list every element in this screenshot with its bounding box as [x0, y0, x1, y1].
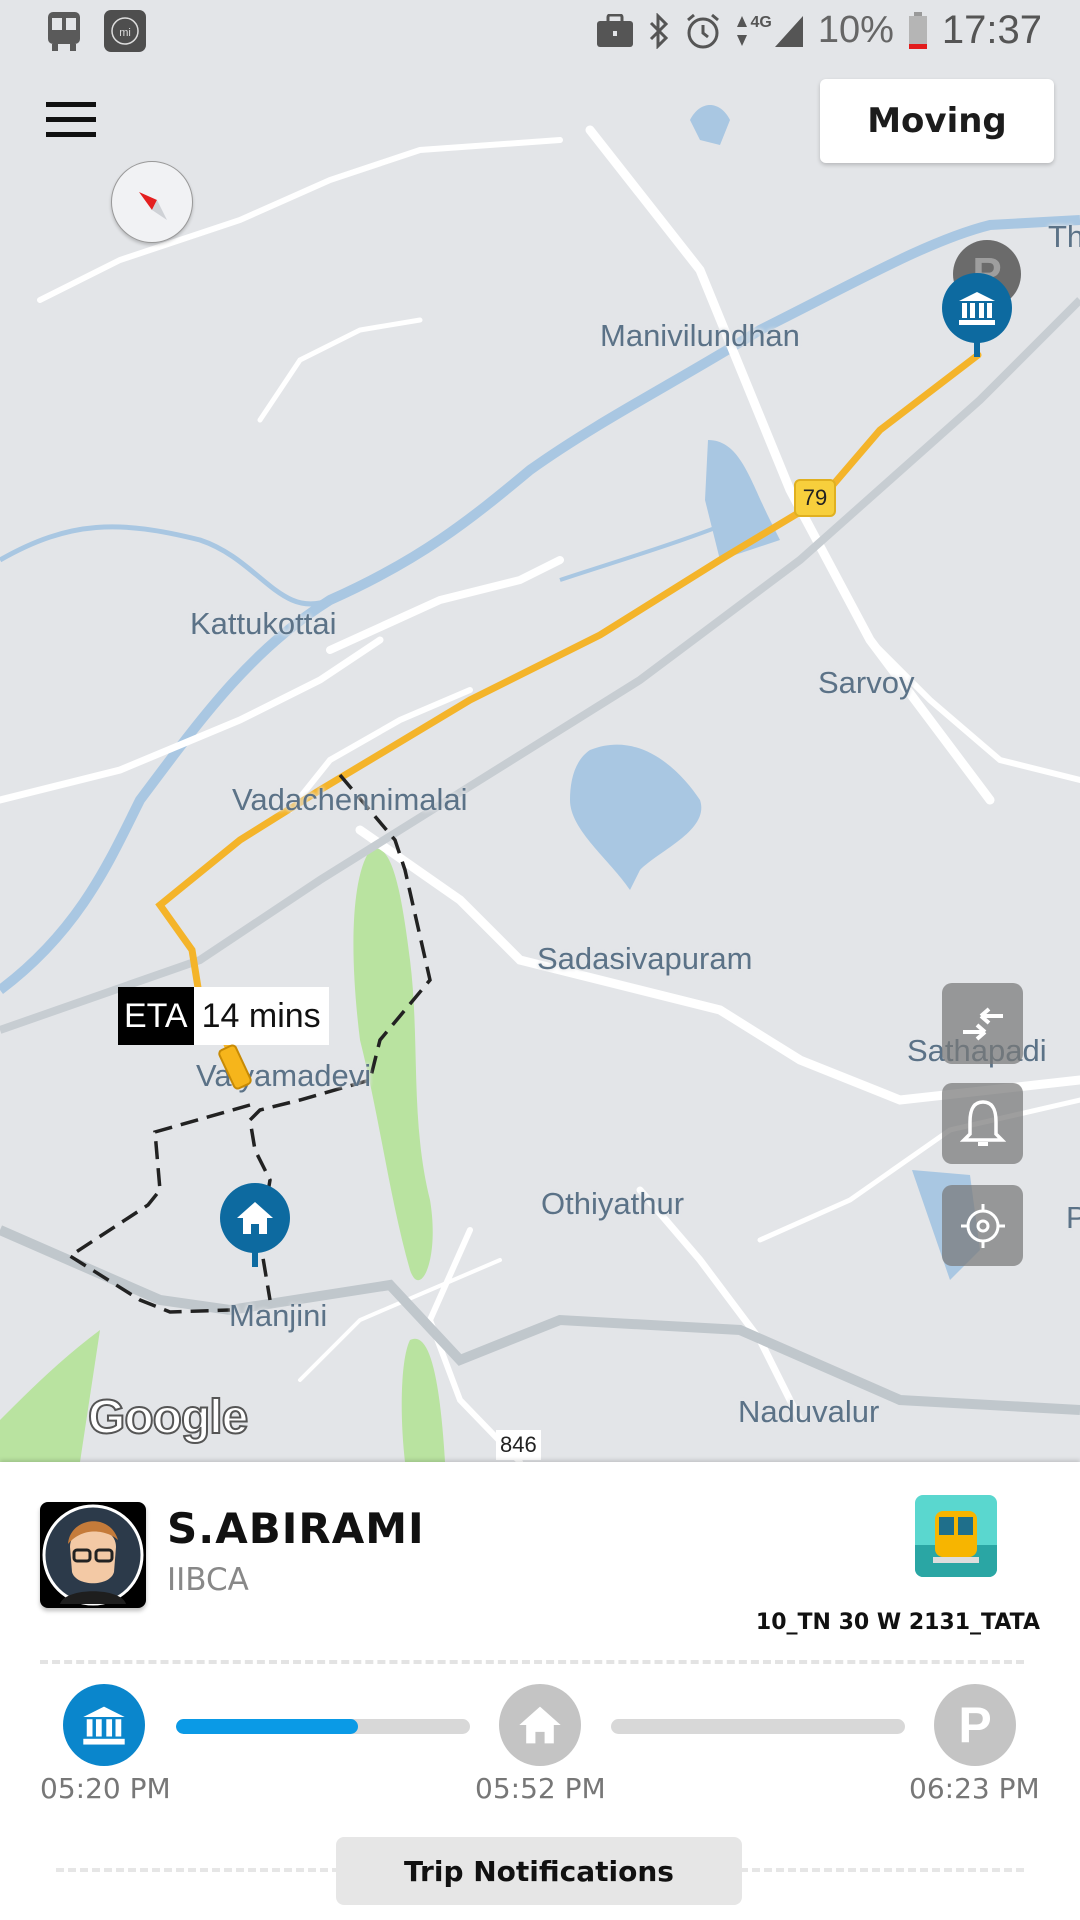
place-label: Manivilundhan [600, 318, 800, 353]
trip-notifications-button[interactable]: Trip Notifications [336, 1837, 742, 1905]
road-shield: 79 [794, 479, 836, 517]
bus-location-icon [218, 1044, 252, 1090]
place-label: P [1066, 1200, 1080, 1235]
map-view[interactable]: mi 4G 10% 17:37 Moving Manivilundhan Kat… [0, 0, 1080, 1462]
school-marker[interactable] [942, 273, 1012, 357]
google-logo: Google [87, 1390, 249, 1445]
locate-button[interactable] [942, 1185, 1023, 1266]
bus-app-icon [48, 12, 80, 51]
alarm-icon [687, 13, 720, 48]
school-icon [83, 1706, 125, 1745]
divider [40, 1660, 1024, 1664]
swap-icon [962, 1006, 1003, 1041]
place-label: Naduvalur [738, 1394, 880, 1429]
road-shield: 846 [496, 1430, 541, 1460]
student-name: S.ABIRAMI [167, 1504, 425, 1553]
eta-label: ETA [118, 987, 194, 1045]
mi-app-icon: mi [104, 10, 146, 52]
eta-badge: ETA 14 mins [118, 987, 329, 1045]
menu-button[interactable] [46, 102, 96, 142]
vehicle-status-chip: Moving [820, 79, 1054, 163]
place-label: Vadachennimalai [232, 782, 468, 817]
bus-icon[interactable] [915, 1495, 997, 1577]
school-icon [959, 292, 995, 325]
progress-bar-segment-1 [176, 1719, 470, 1734]
place-label: Kattukottai [190, 606, 337, 641]
stop-school[interactable] [63, 1684, 145, 1766]
stop-time: 05:20 PM [40, 1772, 171, 1805]
stop-parking[interactable]: P [934, 1684, 1016, 1766]
data-arrows-icon [737, 15, 748, 46]
svg-text:mi: mi [119, 27, 131, 39]
place-label: Othiyathur [541, 1186, 685, 1221]
trip-sheet: S.ABIRAMI IIBCA 10_TN 30 W 2131_TATA P 0… [0, 1462, 1080, 1920]
hamburger-icon [46, 102, 96, 107]
stop-time: 06:23 PM [909, 1772, 1040, 1805]
briefcase-icon [597, 13, 634, 47]
battery-icon [908, 11, 927, 49]
student-class: IIBCA [167, 1562, 249, 1598]
stop-time: 05:52 PM [475, 1772, 606, 1805]
signal-icon [774, 15, 803, 47]
status-bar: mi 4G 10% 17:37 [0, 0, 1080, 64]
compass-icon [139, 192, 167, 220]
locate-icon [960, 1203, 1005, 1248]
bell-icon [959, 1099, 1006, 1146]
progress-fill [176, 1719, 359, 1734]
notifications-bell-button[interactable] [942, 1083, 1023, 1164]
place-label: Sarvoy [818, 665, 915, 700]
swap-button[interactable] [942, 983, 1023, 1064]
home-icon [237, 1202, 273, 1234]
compass-button[interactable] [111, 161, 193, 243]
home-icon [519, 1706, 561, 1744]
avatar [40, 1502, 146, 1608]
network-type: 4G [750, 13, 772, 31]
eta-value: 14 mins [193, 987, 329, 1045]
place-label: Sadasivapuram [537, 941, 753, 976]
vehicle-id: 10_TN 30 W 2131_TATA [755, 1610, 1040, 1635]
place-label: Th [1048, 219, 1080, 254]
clock: 17:37 [941, 8, 1042, 52]
stop-home[interactable] [499, 1684, 581, 1766]
place-label: Manjini [229, 1298, 328, 1333]
bluetooth-icon [650, 12, 669, 49]
home-marker[interactable] [220, 1183, 290, 1267]
progress-bar-segment-2 [611, 1719, 905, 1734]
battery-percent: 10% [817, 9, 894, 51]
